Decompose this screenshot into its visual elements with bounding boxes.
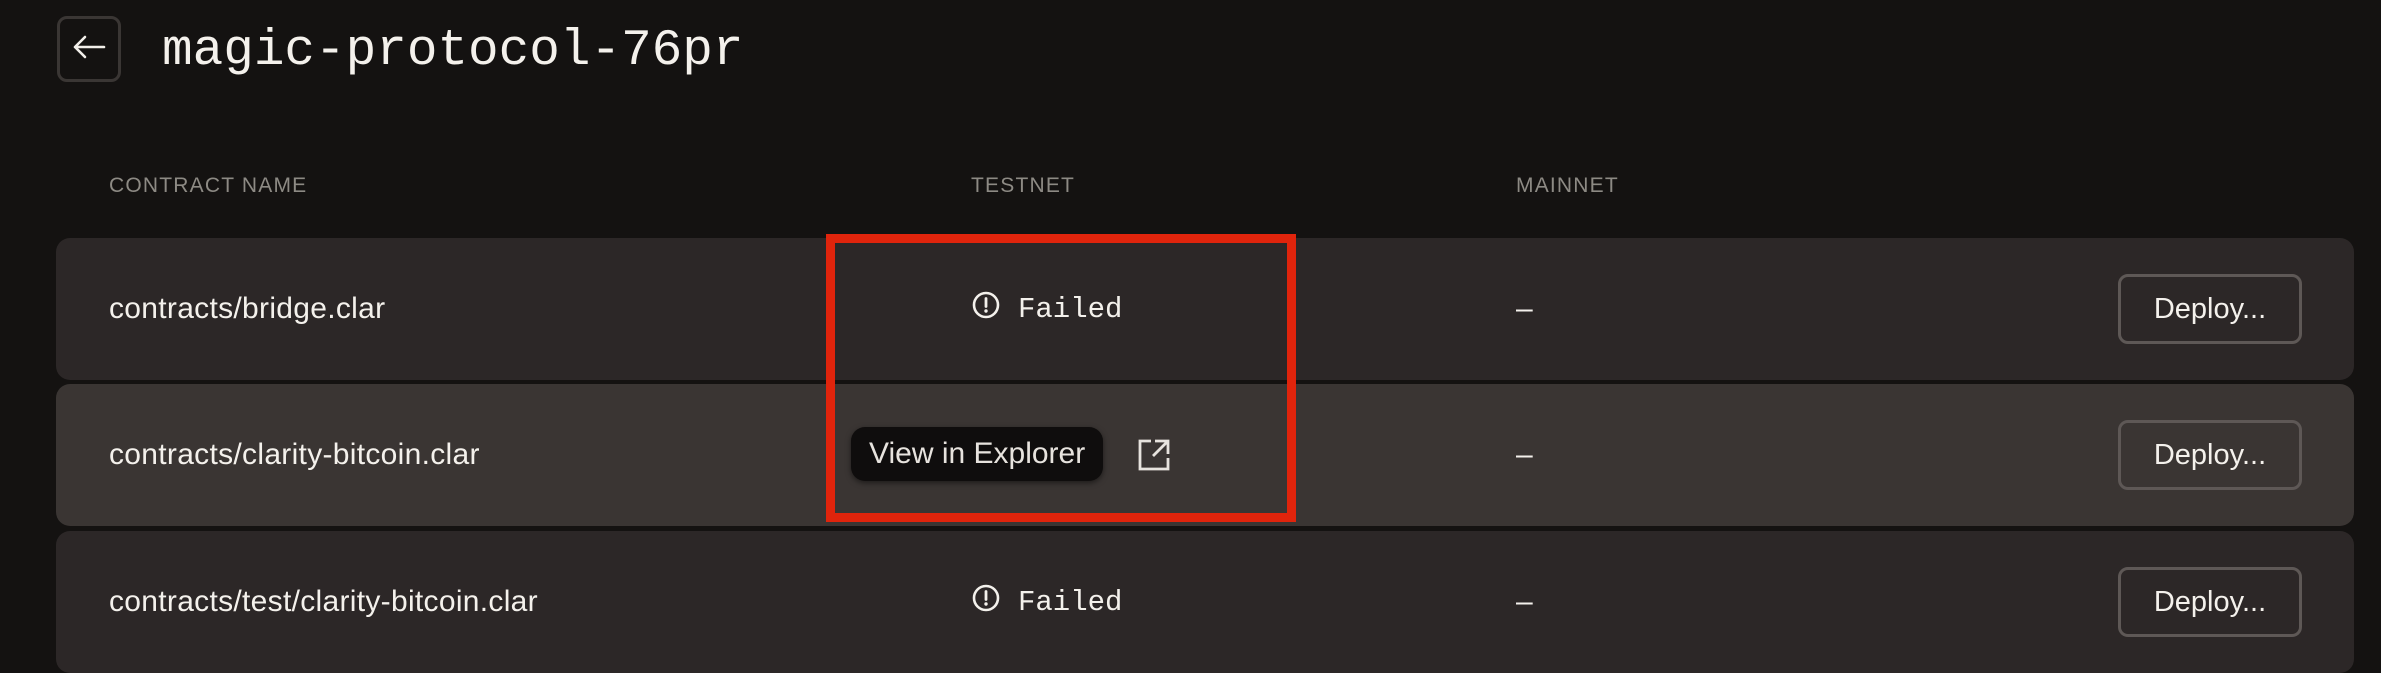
testnet-cell: Failed	[972, 531, 1122, 673]
alert-circle-icon	[972, 584, 1000, 621]
contract-name: contracts/bridge.clar	[109, 292, 386, 325]
external-link-icon[interactable]	[1136, 437, 1172, 473]
page-title: magic-protocol-76pr	[162, 23, 744, 80]
column-header-contract-name: CONTRACT NAME	[109, 174, 308, 197]
mainnet-cell: –	[1516, 292, 1533, 325]
testnet-cell: Failed	[972, 238, 1122, 380]
arrow-left-icon	[72, 35, 106, 64]
deploy-button[interactable]: Deploy...	[2118, 567, 2302, 637]
status-text: Failed	[1018, 585, 1123, 619]
column-header-testnet: TESTNET	[971, 174, 1076, 197]
status-badge: Failed	[972, 291, 1122, 328]
mainnet-cell: –	[1516, 438, 1533, 471]
deploy-button[interactable]: Deploy...	[2118, 420, 2302, 490]
contract-name: contracts/test/clarity-bitcoin.clar	[109, 585, 538, 618]
table-row[interactable]: contracts/clarity-bitcoin.clar View in E…	[56, 384, 2354, 526]
alert-circle-icon	[972, 291, 1000, 328]
table-row[interactable]: contracts/test/clarity-bitcoin.clar Fail…	[56, 531, 2354, 673]
status-badge: Failed	[972, 584, 1122, 621]
mainnet-cell: –	[1516, 585, 1533, 618]
status-text: Failed	[1018, 292, 1123, 326]
contract-name: contracts/clarity-bitcoin.clar	[109, 438, 480, 471]
tooltip: View in Explorer	[851, 427, 1104, 481]
column-header-mainnet: MAINNET	[1516, 174, 1619, 197]
deploy-button[interactable]: Deploy...	[2118, 274, 2302, 344]
back-button[interactable]	[57, 16, 121, 82]
table-row[interactable]: contracts/bridge.clar Failed – Deploy...	[56, 238, 2354, 380]
